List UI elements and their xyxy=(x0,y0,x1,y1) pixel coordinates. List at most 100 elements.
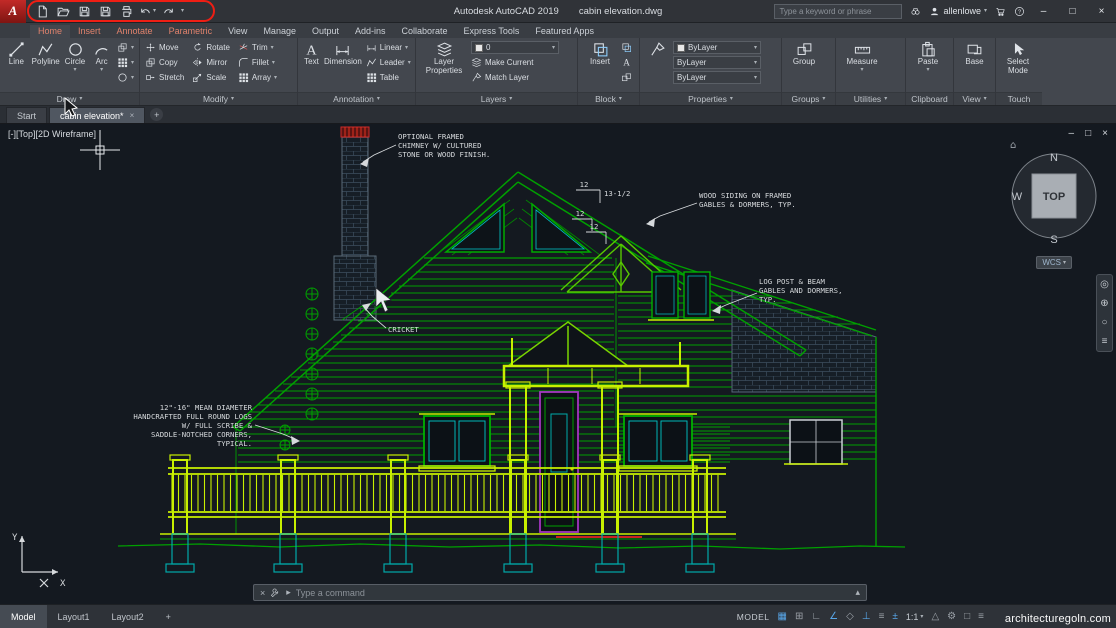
touch-panel-label[interactable]: Touch xyxy=(996,92,1042,105)
new-tab-button[interactable]: + xyxy=(150,108,163,121)
viewcube[interactable]: TOP N W S ⌂ xyxy=(1004,130,1104,256)
viewcube-home-icon[interactable]: ⌂ xyxy=(1010,140,1016,151)
layers-panel-label[interactable]: Layers▾ xyxy=(416,92,577,105)
dynamic-input-icon[interactable]: ± xyxy=(892,611,898,622)
tab-output[interactable]: Output xyxy=(304,25,347,38)
linear-button[interactable]: Linear▾ xyxy=(366,41,411,54)
viewcube-north[interactable]: N xyxy=(1050,152,1058,164)
command-close-icon[interactable]: × xyxy=(260,588,265,598)
tab-view[interactable]: View xyxy=(220,25,255,38)
zoom-icon[interactable]: ○ xyxy=(1101,317,1107,328)
tab-close-icon[interactable]: × xyxy=(130,111,135,120)
rectangle-tool-button[interactable]: ▾ xyxy=(117,41,134,54)
mirror-button[interactable]: Mirror xyxy=(192,56,230,69)
minimize-button[interactable]: – xyxy=(1033,0,1054,23)
application-menu-button[interactable]: A xyxy=(0,0,26,23)
lineweight-select[interactable]: ByLayer▾ xyxy=(673,56,761,69)
plot-button[interactable] xyxy=(118,3,135,20)
trim-button[interactable]: Trim▾ xyxy=(238,41,277,54)
groups-panel-label[interactable]: Groups▾ xyxy=(782,92,835,105)
object-color-select[interactable]: ByLayer▾ xyxy=(673,41,761,54)
match-properties-button[interactable] xyxy=(645,41,669,58)
close-button[interactable]: × xyxy=(1091,0,1112,23)
command-customize-wrench-icon[interactable] xyxy=(270,587,281,598)
app-store-cart-icon[interactable] xyxy=(995,6,1006,17)
arc-dropdown-icon[interactable]: ▾ xyxy=(100,67,103,73)
copy-button[interactable]: Copy xyxy=(145,56,184,69)
match-layer-button[interactable]: Match Layer xyxy=(471,71,559,84)
redo-button[interactable] xyxy=(160,3,177,20)
model-tab[interactable]: Model xyxy=(0,605,47,628)
isodraft-icon[interactable]: ◇ xyxy=(846,611,854,622)
block-panel-label[interactable]: Block▾ xyxy=(578,92,639,105)
base-button[interactable]: Base xyxy=(959,41,990,67)
paste-button[interactable]: Paste▾ xyxy=(911,41,945,73)
new-drawing-button[interactable] xyxy=(34,3,51,20)
undo-dropdown-icon[interactable]: ▾ xyxy=(153,8,156,14)
polyline-button[interactable]: Polyline xyxy=(32,41,60,67)
tab-insert[interactable]: Insert xyxy=(70,25,109,38)
model-space-label[interactable]: MODEL xyxy=(737,612,770,622)
block-editor-button[interactable] xyxy=(621,71,632,84)
stretch-button[interactable]: Stretch xyxy=(145,71,184,84)
tab-manage[interactable]: Manage xyxy=(255,25,304,38)
tab-collaborate[interactable]: Collaborate xyxy=(394,25,456,38)
viewport-controls-label[interactable]: [-][Top][2D Wireframe] xyxy=(8,129,96,139)
layout1-tab[interactable]: Layout1 xyxy=(47,605,101,628)
ellipse-tool-button[interactable]: ▾ xyxy=(117,71,134,84)
scale-button[interactable]: Scale xyxy=(192,71,230,84)
drawing-viewport[interactable]: [-][Top][2D Wireframe] – □ × xyxy=(0,124,1116,604)
move-button[interactable]: Move xyxy=(145,41,184,54)
grid-icon[interactable]: ▦ xyxy=(778,611,787,622)
array-button[interactable]: Array▾ xyxy=(238,71,277,84)
layer-select[interactable]: 0▾ xyxy=(471,41,559,54)
annotation-scale-control[interactable]: 1:1▾ xyxy=(906,612,924,622)
linetype-select[interactable]: ByLayer▾ xyxy=(673,71,761,84)
measure-dropdown-icon[interactable]: ▾ xyxy=(860,67,863,73)
hatch-tool-button[interactable]: ▾ xyxy=(117,56,134,69)
cabin-elevation-drawing[interactable]: OPTIONAL FRAMED CHIMNEY W/ CULTURED STON… xyxy=(0,124,1116,604)
command-input[interactable] xyxy=(296,588,851,598)
rotate-button[interactable]: Rotate xyxy=(192,41,230,54)
open-button[interactable] xyxy=(55,3,72,20)
circle-button[interactable]: Circle▾ xyxy=(64,41,87,73)
object-snap-icon[interactable]: ⊥ xyxy=(862,611,871,622)
command-history-icon[interactable]: ▴ xyxy=(855,587,860,598)
group-button[interactable]: Group xyxy=(787,41,821,67)
file-tab-start[interactable]: Start xyxy=(6,107,47,123)
draw-panel-label[interactable]: Draw▾ xyxy=(0,92,139,105)
file-tab-cabin-elevation[interactable]: cabin elevation*× xyxy=(49,107,145,123)
select-mode-button[interactable]: Select Mode xyxy=(1001,41,1035,76)
tab-featured-apps[interactable]: Featured Apps xyxy=(527,25,602,38)
orbit-icon[interactable]: ≡ xyxy=(1102,336,1108,347)
tab-annotate[interactable]: Annotate xyxy=(109,25,161,38)
make-current-button[interactable]: Make Current xyxy=(471,56,559,69)
clean-screen-icon[interactable]: □ xyxy=(964,611,970,622)
viewcube-south[interactable]: S xyxy=(1050,234,1057,246)
search-binoculars-icon[interactable] xyxy=(910,6,921,17)
insert-button[interactable]: Insert xyxy=(583,41,617,67)
paste-dropdown-icon[interactable]: ▾ xyxy=(926,67,929,73)
annotation-visibility-icon[interactable]: △ xyxy=(931,611,939,622)
snap-icon[interactable]: ⊞ xyxy=(795,611,803,622)
properties-panel-label[interactable]: Properties▾ xyxy=(640,92,781,105)
arc-button[interactable]: Arc▾ xyxy=(90,41,113,73)
create-block-button[interactable] xyxy=(621,41,632,54)
qat-customize-icon[interactable]: ▾ xyxy=(181,8,184,14)
wcs-selector[interactable]: WCS▾ xyxy=(1036,256,1072,269)
text-button[interactable]: Text xyxy=(303,41,320,67)
layer-properties-button[interactable]: Layer Properties xyxy=(421,41,467,76)
dimension-button[interactable]: Dimension xyxy=(324,41,362,67)
lineweight-icon[interactable]: ≡ xyxy=(879,611,885,622)
tab-home[interactable]: Home xyxy=(30,25,70,38)
workspace-gear-icon[interactable]: ⚙ xyxy=(947,611,956,622)
utilities-panel-label[interactable]: Utilities▾ xyxy=(836,92,905,105)
viewcube-west[interactable]: W xyxy=(1012,191,1023,203)
save-as-button[interactable] xyxy=(97,3,114,20)
layout2-tab[interactable]: Layout2 xyxy=(101,605,155,628)
new-layout-button[interactable]: + xyxy=(155,605,182,628)
signin-account[interactable]: allenlowe ▾ xyxy=(929,6,987,17)
leader-button[interactable]: Leader▾ xyxy=(366,56,411,69)
circle-dropdown-icon[interactable]: ▾ xyxy=(73,67,76,73)
table-button[interactable]: Table xyxy=(366,71,411,84)
